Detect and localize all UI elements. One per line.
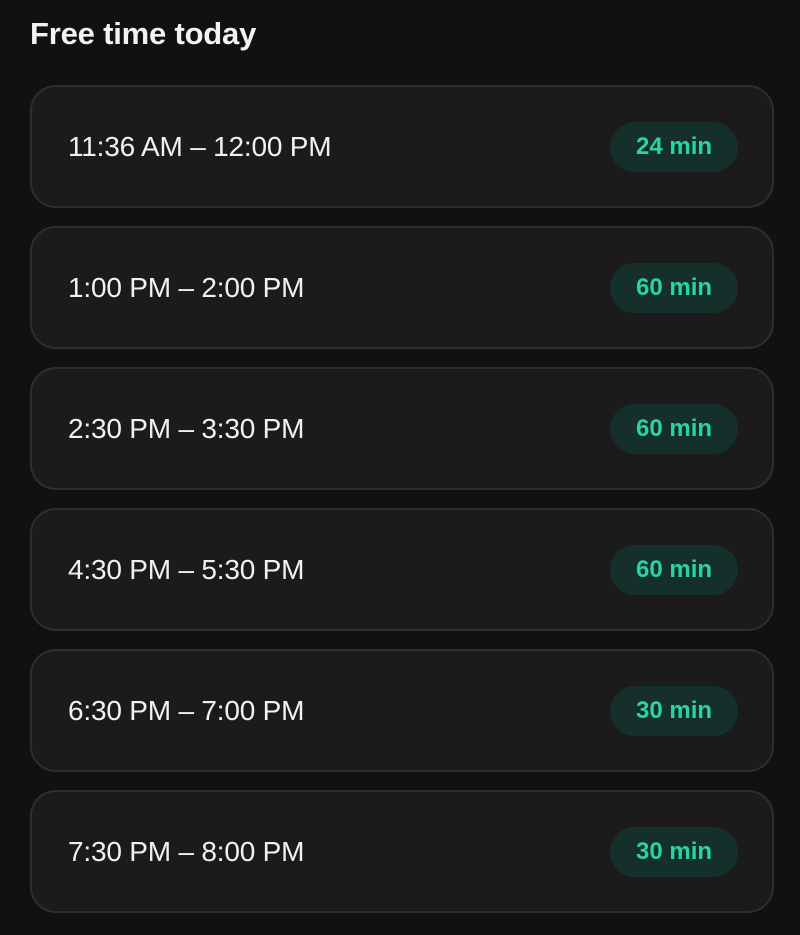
time-slot[interactable]: 1:00 PM – 2:00 PM 60 min	[30, 226, 774, 349]
free-time-panel: Free time today 11:36 AM – 12:00 PM 24 m…	[0, 0, 800, 935]
time-slot[interactable]: 2:30 PM – 3:30 PM 60 min	[30, 367, 774, 490]
time-slot[interactable]: 11:36 AM – 12:00 PM 24 min	[30, 85, 774, 208]
slot-time-range: 7:30 PM – 8:00 PM	[68, 835, 305, 867]
duration-badge: 30 min	[610, 685, 738, 736]
slot-time-range: 11:36 AM – 12:00 PM	[68, 130, 332, 162]
duration-badge: 24 min	[610, 121, 738, 172]
slot-time-range: 1:00 PM – 2:00 PM	[68, 271, 305, 303]
duration-badge: 60 min	[610, 544, 738, 595]
section-title: Free time today	[30, 16, 257, 51]
time-slot[interactable]: 6:30 PM – 7:00 PM 30 min	[30, 649, 774, 772]
slot-time-range: 4:30 PM – 5:30 PM	[68, 553, 305, 585]
time-slot[interactable]: 4:30 PM – 5:30 PM 60 min	[30, 508, 774, 631]
duration-badge: 30 min	[610, 826, 738, 877]
free-time-list: 11:36 AM – 12:00 PM 24 min 1:00 PM – 2:0…	[30, 85, 774, 913]
time-slot[interactable]: 7:30 PM – 8:00 PM 30 min	[30, 790, 774, 913]
slot-time-range: 6:30 PM – 7:00 PM	[68, 694, 305, 726]
duration-badge: 60 min	[610, 403, 738, 454]
slot-time-range: 2:30 PM – 3:30 PM	[68, 412, 305, 444]
duration-badge: 60 min	[610, 262, 738, 313]
